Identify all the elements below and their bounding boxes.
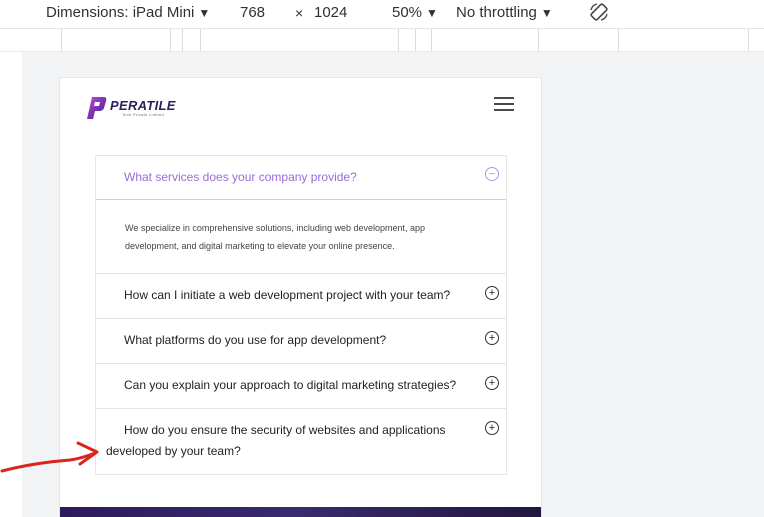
- zoom-dropdown[interactable]: 50% ▼: [392, 4, 438, 21]
- faq-question-text: Can you explain your approach to digital…: [124, 378, 457, 392]
- device-toolbar: Dimensions: iPad Mini ▼ 768 × 1024 50% ▼ N…: [0, 0, 764, 29]
- faq-answer: We specialize in comprehensive solutions…: [96, 199, 506, 273]
- logo-tagline: Tech Private Limited: [122, 112, 165, 117]
- faq-question-text: How do you ensure the security of websit…: [106, 423, 446, 458]
- ruler-tick: [618, 29, 619, 51]
- left-margin: [0, 52, 22, 517]
- width-input[interactable]: 768: [240, 4, 265, 21]
- rotate-icon[interactable]: [588, 1, 610, 27]
- faq-accordion: What services does your company provide?…: [95, 155, 507, 475]
- faq-question[interactable]: What services does your company provide?…: [96, 156, 506, 199]
- hamburger-icon[interactable]: [494, 97, 514, 111]
- logo-wordmark: PERATILE: [110, 98, 176, 113]
- ruler-tick: [182, 29, 183, 51]
- faq-item: How can I initiate a web development pro…: [95, 274, 507, 319]
- faq-question[interactable]: Can you explain your approach to digital…: [96, 364, 506, 396]
- caret-down-icon: ▼: [540, 6, 553, 20]
- ruler-tick: [398, 29, 399, 51]
- device-dimensions-dropdown[interactable]: Dimensions: iPad Mini ▼: [46, 4, 210, 21]
- site-logo[interactable]: PERATILE Tech Private Limited: [86, 95, 196, 123]
- height-input[interactable]: 1024: [314, 4, 347, 21]
- caret-down-icon: ▼: [198, 6, 211, 20]
- ruler-tick: [538, 29, 539, 51]
- minus-circle-icon[interactable]: −: [485, 167, 499, 181]
- faq-item: Can you explain your approach to digital…: [95, 364, 507, 409]
- zoom-label: 50%: [392, 4, 423, 21]
- menu-bar: [494, 109, 514, 111]
- faq-item: What platforms do you use for app develo…: [95, 319, 507, 364]
- device-dimensions-label: Dimensions: iPad Mini: [46, 4, 195, 21]
- logo-mark-icon: [87, 97, 107, 119]
- faq-question[interactable]: How do you ensure the security of websit…: [96, 409, 506, 462]
- footer-band: [60, 507, 541, 517]
- caret-down-icon: ▼: [426, 6, 438, 20]
- ruler-tick: [431, 29, 432, 51]
- faq-question-text: What services does your company provide?: [124, 170, 357, 184]
- device-viewport: PERATILE Tech Private Limited What servi…: [60, 78, 541, 517]
- ruler-tick: [415, 29, 416, 51]
- faq-question-text: What platforms do you use for app develo…: [124, 333, 387, 347]
- times-symbol: ×: [295, 5, 304, 21]
- ruler-tick: [170, 29, 171, 51]
- ruler-tick: [61, 29, 62, 51]
- throttling-dropdown[interactable]: No throttling ▼: [456, 4, 553, 21]
- menu-bar: [494, 97, 514, 99]
- faq-question-text: How can I initiate a web development pro…: [124, 288, 451, 302]
- menu-bar: [494, 103, 514, 105]
- faq-question[interactable]: What platforms do you use for app develo…: [96, 319, 506, 351]
- plus-circle-icon[interactable]: +: [485, 421, 499, 435]
- throttling-label: No throttling: [456, 4, 537, 21]
- media-query-ruler: [0, 29, 764, 52]
- plus-circle-icon[interactable]: +: [485, 286, 499, 300]
- plus-circle-icon[interactable]: +: [485, 331, 499, 345]
- site-header: PERATILE Tech Private Limited: [60, 78, 541, 132]
- faq-item: How do you ensure the security of websit…: [95, 409, 507, 475]
- ruler-tick: [200, 29, 201, 51]
- ruler-tick: [748, 29, 749, 51]
- plus-circle-icon[interactable]: +: [485, 376, 499, 390]
- faq-item: What services does your company provide?…: [95, 155, 507, 274]
- faq-question[interactable]: How can I initiate a web development pro…: [96, 274, 506, 306]
